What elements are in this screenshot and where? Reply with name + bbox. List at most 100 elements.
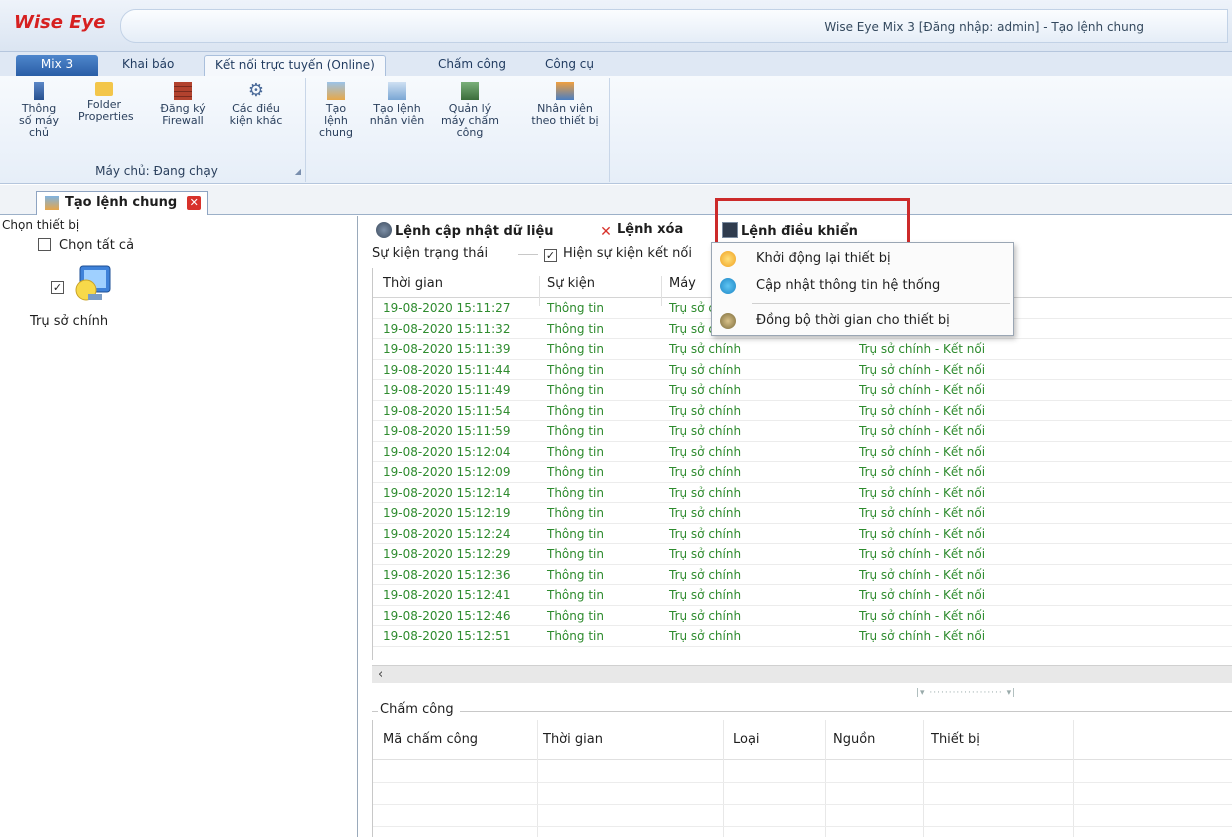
cell-description: Trụ sở chính - Kết nối <box>859 547 986 561</box>
table-row[interactable]: 19-08-2020 15:12:04 Thông tin Trụ sở chính… <box>373 442 1232 462</box>
col-time[interactable]: Thời gian <box>383 276 443 291</box>
machine-icon <box>461 82 479 100</box>
col-machine[interactable]: Máy <box>669 276 696 291</box>
cell-time: 19-08-2020 15:12:09 <box>383 465 511 479</box>
cell-machine: Trụ sở chính <box>669 629 742 643</box>
close-icon[interactable]: ✕ <box>187 196 202 210</box>
server-params-button[interactable]: Thông số máy chủ <box>14 82 64 139</box>
table-row[interactable]: 19-08-2020 15:12:29 Thông tin Trụ sở chính… <box>373 544 1232 565</box>
horizontal-scrollbar[interactable]: ‹ <box>372 665 1232 683</box>
table-row[interactable]: 19-08-2020 15:12:09 Thông tin Trụ sở chính… <box>373 462 1232 483</box>
cell-description: Trụ sở chính - Kết nối <box>859 526 986 541</box>
show-connect-checkbox[interactable]: ✓ Hiện sự kiện kết nối <box>544 246 692 262</box>
cell-time: 19-08-2020 15:11:59 <box>383 424 511 438</box>
cell-machine: Trụ sở chính <box>669 506 742 520</box>
col-attendance-source[interactable]: Nguồn <box>833 732 875 747</box>
events-group-label: Sự kiện trạng thái <box>372 246 489 261</box>
create-employee-command-button[interactable]: Tạo lệnh nhân viên <box>368 82 426 127</box>
group-divider <box>518 254 538 255</box>
employees-by-device-button[interactable]: Nhân viên theo thiết bị <box>528 82 602 127</box>
table-row[interactable]: 19-08-2020 15:11:39 Thông tin Trụ sở chính… <box>373 339 1232 360</box>
cell-machine: Trụ sở chính <box>669 547 742 561</box>
delete-command-button[interactable]: ✕ Lệnh xóa <box>598 222 683 240</box>
group-label-server: Máy chủ: Đang chạy <box>95 164 218 178</box>
tab-online[interactable]: Kết nối trực tuyến (Online) <box>204 55 386 76</box>
update-data-label: Lệnh cập nhật dữ liệu <box>395 224 554 239</box>
firewall-icon <box>174 82 192 100</box>
cell-description: Trụ sở chính - Kết nối <box>859 465 986 479</box>
group-launcher-icon[interactable]: ◢ <box>295 167 301 176</box>
table-row[interactable]: 19-08-2020 15:12:24 Thông tin Trụ sở chính… <box>373 524 1232 544</box>
cell-description: Trụ sở chính - Kết nối <box>859 362 986 377</box>
table-row[interactable]: 19-08-2020 15:12:41 Thông tin Trụ sở chính… <box>373 585 1232 606</box>
cell-description: Trụ sở chính - Kết nối <box>859 588 986 602</box>
cell-machine: Trụ sở chính <box>669 342 742 356</box>
manage-machines-button[interactable]: Quản lý máy chấm công <box>438 82 502 139</box>
tab-mix3[interactable]: Mix 3 <box>16 55 98 76</box>
firewall-label: Đăng ký Firewall <box>160 102 206 127</box>
cell-event: Thông tin <box>547 444 604 459</box>
title-bar: Wise Eye Wise Eye Mix 3 [Đăng nhập: admi… <box>0 0 1232 52</box>
device-checkbox[interactable]: ✓ <box>51 281 64 294</box>
logo-text: Wise Eye <box>14 12 106 33</box>
table-row[interactable]: 19-08-2020 15:11:44 Thông tin Trụ sở chính… <box>373 360 1232 380</box>
col-attendance-time[interactable]: Thời gian <box>543 732 603 747</box>
col-divider <box>825 720 826 837</box>
menu-item-restart-device[interactable]: Khởi động lại thiết bị <box>712 246 1013 272</box>
col-attendance-device[interactable]: Thiết bị <box>931 732 980 747</box>
employees-by-device-label: Nhân viên theo thiết bị <box>531 102 599 127</box>
col-attendance-type[interactable]: Loại <box>733 732 760 747</box>
tab-create-general-command[interactable]: Tạo lệnh chung ✕ <box>36 191 209 215</box>
device-panel-title: Chọn thiết bị <box>2 218 80 232</box>
cell-event: Thông tin <box>547 567 604 582</box>
menu-item-update-system-info[interactable]: Cập nhật thông tin hệ thống <box>712 273 1013 299</box>
computer-icon[interactable] <box>70 260 118 308</box>
col-event[interactable]: Sự kiện <box>547 276 595 291</box>
create-general-command-label: Tạo lệnh chung <box>319 102 353 139</box>
table-row[interactable]: 19-08-2020 15:12:51 Thông tin Trụ sở chính… <box>373 626 1232 647</box>
cell-event: Thông tin <box>547 608 604 623</box>
attendance-table-header: Mã chấm công Thời gian Loại Nguồn Thiết … <box>373 720 1232 760</box>
document-icon <box>45 196 59 210</box>
cell-time: 19-08-2020 15:12:14 <box>383 485 511 500</box>
window-title: Wise Eye Mix 3 [Đăng nhập: admin] - Tạo … <box>824 20 1144 34</box>
table-row[interactable]: 19-08-2020 15:12:46 Thông tin Trụ sở chính… <box>373 606 1232 626</box>
other-conditions-button[interactable]: ⚙ Các điều kiện khác <box>228 82 284 127</box>
cell-machine: Trụ sở chính <box>669 608 742 623</box>
cell-time: 19-08-2020 15:11:54 <box>383 403 511 418</box>
select-all-checkbox[interactable]: Chọn tất cả <box>38 238 134 253</box>
ribbon-group-commands: Tạo lệnh chung Tạo lệnh nhân viên Quản l… <box>306 78 610 182</box>
show-connect-box[interactable]: ✓ <box>544 249 557 262</box>
select-all-box[interactable] <box>38 238 51 251</box>
tab-cham-cong[interactable]: Chấm công <box>428 55 516 76</box>
doc-tab-label: Tạo lệnh chung <box>65 195 178 210</box>
create-general-command-button[interactable]: Tạo lệnh chung <box>314 82 358 139</box>
cell-machine: Trụ sở chính <box>669 567 742 582</box>
device-name[interactable]: Trụ sở chính <box>30 314 108 329</box>
table-row[interactable]: 19-08-2020 15:11:49 Thông tin Trụ sở chính… <box>373 380 1232 401</box>
cell-event: Thông tin <box>547 485 604 500</box>
table-row[interactable]: 19-08-2020 15:12:19 Thông tin Trụ sở chính… <box>373 503 1232 524</box>
update-data-command-button[interactable]: Lệnh cập nhật dữ liệu <box>376 222 554 239</box>
cell-machine: Trụ sở chính <box>669 588 742 602</box>
cell-description: Trụ sở chính - Kết nối <box>859 506 986 520</box>
folder-properties-button[interactable]: Folder Properties <box>78 82 134 123</box>
splitter-grip[interactable]: |▾ ··················· ▾| <box>916 688 1016 698</box>
col-attendance-code[interactable]: Mã chấm công <box>383 732 478 747</box>
table-row[interactable]: 19-08-2020 15:11:59 Thông tin Trụ sở chính… <box>373 421 1232 442</box>
table-row[interactable]: 19-08-2020 15:12:14 Thông tin Trụ sở chính… <box>373 483 1232 503</box>
control-command-menu: Khởi động lại thiết bị Cập nhật thông ti… <box>711 242 1014 336</box>
menu-item-sync-time[interactable]: Đồng bộ thời gian cho thiết bị <box>712 308 1013 334</box>
menu-item-label: Cập nhật thông tin hệ thống <box>756 278 941 293</box>
group-divider <box>372 711 378 712</box>
firewall-button[interactable]: Đăng ký Firewall <box>158 82 208 127</box>
create-employee-command-label: Tạo lệnh nhân viên <box>369 102 425 127</box>
table-row[interactable]: 19-08-2020 15:12:36 Thông tin Trụ sở chính… <box>373 565 1232 585</box>
cell-event: Thông tin <box>547 342 604 356</box>
cell-description: Trụ sở chính - Kết nối <box>859 424 986 438</box>
table-row[interactable]: 19-08-2020 15:11:54 Thông tin Trụ sở chính… <box>373 401 1232 421</box>
cell-event: Thông tin <box>547 465 604 479</box>
tab-khai-bao[interactable]: Khai báo <box>112 55 184 76</box>
tab-cong-cu[interactable]: Công cụ <box>535 55 604 76</box>
scroll-left-icon[interactable]: ‹ <box>378 667 383 682</box>
